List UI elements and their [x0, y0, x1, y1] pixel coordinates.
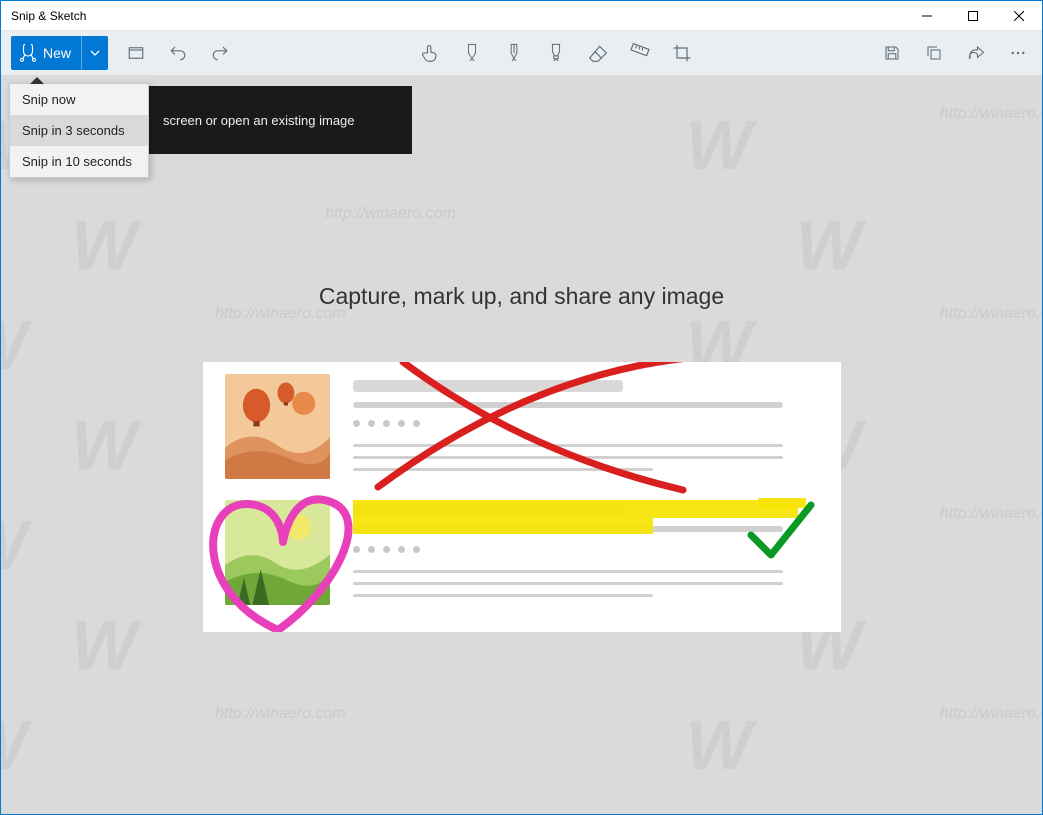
touch-writing-button[interactable] [410, 36, 450, 70]
copy-button[interactable] [914, 36, 954, 70]
highlighter-icon [547, 43, 565, 63]
share-icon [967, 44, 985, 62]
redo-icon [211, 44, 229, 62]
new-split-button: New [11, 36, 108, 70]
eraser-button[interactable] [578, 36, 618, 70]
content-area: Whttp://winaero.comWhttp://winaero.com W… [1, 75, 1042, 814]
app-window: Snip & Sketch New [0, 0, 1043, 815]
toolbar: New [1, 31, 1042, 75]
ballpoint-pen-button[interactable] [452, 36, 492, 70]
snip-icon [19, 44, 37, 62]
copy-icon [925, 44, 943, 62]
window-title: Snip & Sketch [1, 9, 86, 23]
tooltip-text: screen or open an existing image [163, 113, 355, 128]
menu-item-snip-now[interactable]: Snip now [10, 84, 148, 115]
share-button[interactable] [956, 36, 996, 70]
more-button[interactable] [998, 36, 1038, 70]
sample-canvas [203, 362, 841, 632]
open-file-icon [127, 44, 145, 62]
eraser-icon [588, 43, 608, 63]
titlebar: Snip & Sketch [1, 1, 1042, 31]
undo-icon [169, 44, 187, 62]
more-icon [1009, 44, 1027, 62]
ballpoint-pen-icon [463, 43, 481, 63]
new-dropdown-menu: Snip now Snip in 3 seconds Snip in 10 se… [9, 83, 149, 178]
menu-item-snip-10s[interactable]: Snip in 10 seconds [10, 146, 148, 177]
pencil-icon [505, 43, 523, 63]
save-button[interactable] [872, 36, 912, 70]
undo-button[interactable] [158, 36, 198, 70]
pencil-button[interactable] [494, 36, 534, 70]
maximize-button[interactable] [950, 1, 996, 31]
open-file-button[interactable] [116, 36, 156, 70]
new-button[interactable]: New [11, 36, 81, 70]
sample-image-balloons [225, 374, 330, 479]
minimize-button[interactable] [904, 1, 950, 31]
sample-image-hills [225, 500, 330, 605]
close-button[interactable] [996, 1, 1042, 31]
chevron-down-icon [90, 48, 100, 58]
new-button-tooltip: screen or open an existing image [149, 86, 412, 154]
ruler-button[interactable] [620, 36, 660, 70]
minimize-icon [922, 11, 932, 21]
headline-text: Capture, mark up, and share any image [319, 283, 724, 310]
save-icon [883, 44, 901, 62]
new-button-label: New [43, 45, 71, 61]
redo-button[interactable] [200, 36, 240, 70]
close-icon [1014, 11, 1024, 21]
crop-button[interactable] [662, 36, 702, 70]
crop-icon [672, 43, 692, 63]
ruler-icon [630, 43, 650, 63]
highlighter-button[interactable] [536, 36, 576, 70]
touch-writing-icon [420, 43, 440, 63]
menu-item-snip-3s[interactable]: Snip in 3 seconds [10, 115, 148, 146]
new-dropdown-button[interactable] [81, 36, 108, 70]
maximize-icon [968, 11, 978, 21]
